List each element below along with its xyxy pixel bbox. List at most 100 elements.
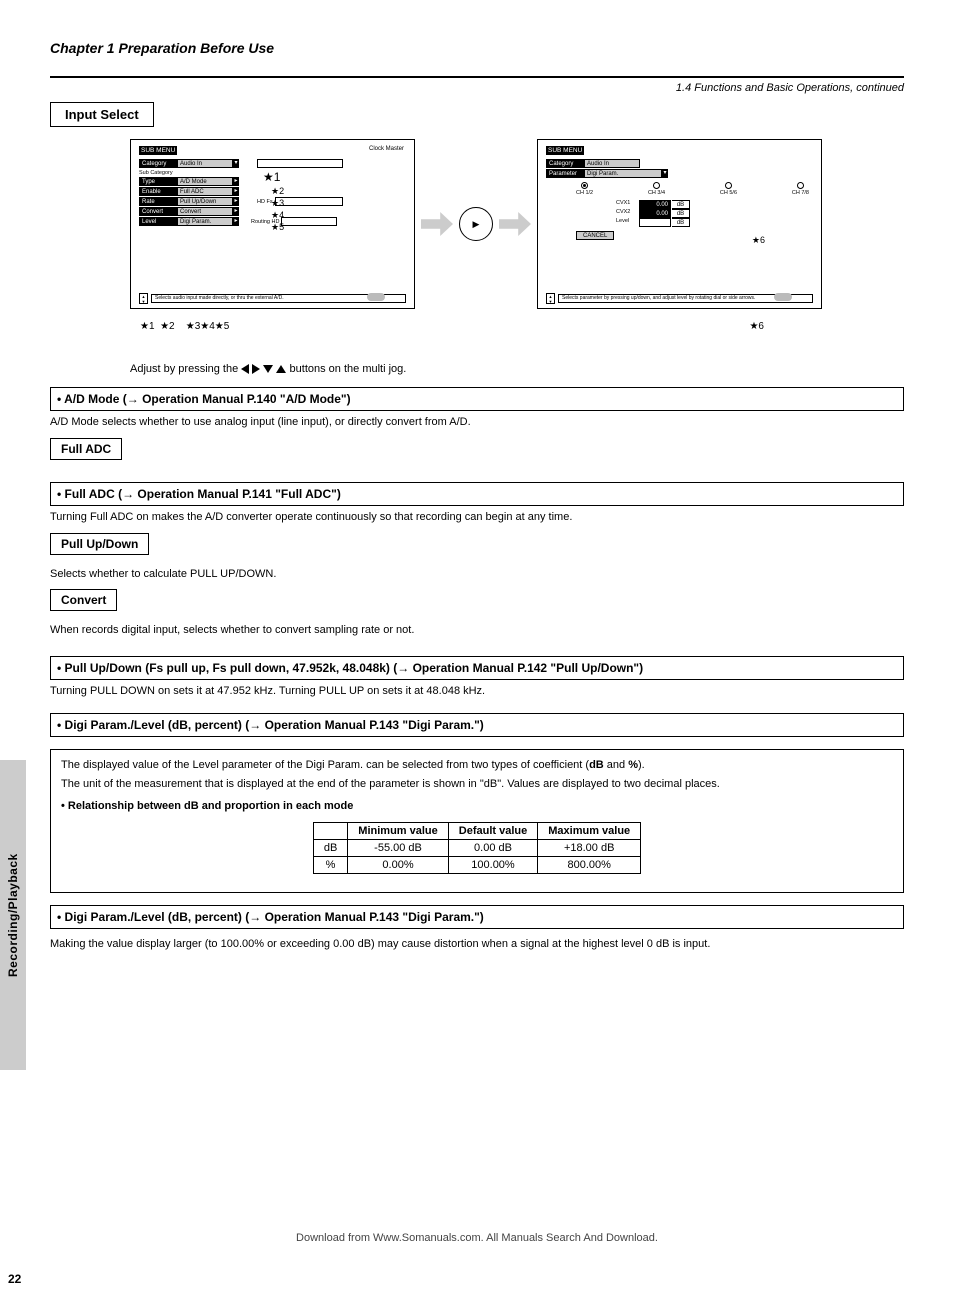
star-legend-2: ★2 (160, 321, 175, 332)
item-rate-value: Pull Up/Down (177, 197, 233, 206)
readout-field-1 (257, 159, 343, 168)
screen1-hint: Selects audio input made directly, or th… (151, 294, 406, 303)
dropdown-arrow-icon: ▾ (662, 169, 668, 178)
star-5: ★5 (271, 222, 284, 233)
spinner-icon: ▲▼ (139, 293, 148, 304)
s2-cat-label: Category (546, 159, 584, 168)
rule (50, 76, 904, 78)
screen2-hint: Selects parameter by pressing up/down, a… (558, 294, 813, 303)
table-cell: 0.00 dB (448, 839, 537, 856)
table-cell: 800.00% (538, 856, 641, 873)
radio-icon (581, 182, 588, 189)
ref-pullupdown: • Pull Up/Down (Fs pull up, Fs pull down… (50, 656, 904, 680)
nav-instruction: Adjust by pressing the buttons on the mu… (130, 362, 904, 377)
screen2-bottom-bar: ▲▼ Selects parameter by pressing up/down… (546, 293, 813, 304)
dropdown-arrow-icon: ▾ (233, 159, 239, 168)
pull-desc-1: Selects whether to calculate PULL UP/DOW… (50, 567, 904, 582)
radio-ch12: CH 1/2 (576, 182, 593, 196)
star-legend-3-5: ★3★4★5 (186, 321, 230, 332)
screen1-title: SUB MENU (139, 146, 177, 155)
table-header-row: Minimum value Default value Maximum valu… (313, 822, 640, 839)
chevron-right-icon: ▸ (233, 187, 239, 196)
pullupdown-heading: Pull Up/Down (50, 533, 149, 555)
chapter-header: Chapter 1 Preparation Before Use (50, 40, 904, 56)
chevron-right-icon: ▸ (233, 217, 239, 226)
table-cell: -55.00 dB (348, 839, 448, 856)
screen-submenu-left: SUB MENU Clock Master Category Audio In … (130, 139, 415, 309)
star-4: ★4 (271, 210, 284, 221)
table-cell: dB (313, 839, 347, 856)
star-legend-6: ★6 (749, 321, 764, 332)
radio-icon (653, 182, 660, 189)
page-number: 22 (8, 1272, 21, 1286)
page: Chapter 1 Preparation Before Use 1.4 Fun… (0, 0, 954, 1304)
category-label: Category (139, 159, 177, 168)
handle-icon (774, 293, 792, 301)
jog-dial-icon (459, 207, 493, 241)
down-arrow-icon (263, 365, 273, 373)
chevron-right-icon: ▸ (233, 207, 239, 216)
screen2-title: SUB MENU (546, 146, 584, 155)
screen-submenu-right: SUB MENU Category Audio In Parameter Dig… (537, 139, 822, 309)
chevron-right-icon: ▸ (233, 177, 239, 186)
table-header-cell: Maximum value (538, 822, 641, 839)
s2-cat-value: Audio In (584, 159, 640, 168)
convert-heading: Convert (50, 589, 117, 611)
star-legend-1: ★1 (140, 321, 155, 332)
arrow-icons-group (241, 363, 289, 375)
footer-text: Download from Www.Somanuals.com. All Man… (50, 1232, 904, 1244)
routing-field (281, 217, 337, 226)
cvx-row: CVX2 0.00 dB (616, 209, 813, 218)
radio-icon (797, 182, 804, 189)
cvx-rows: CVX1 0.00 dB CVX2 0.00 dB Level dB (616, 200, 813, 227)
radio-ch56: CH 5/6 (720, 182, 737, 196)
handle-icon (367, 293, 385, 301)
table-cell: 100.00% (448, 856, 537, 873)
measurement-block: The displayed value of the Level paramet… (50, 749, 904, 893)
item-level-label: Level (139, 217, 177, 226)
table-cell: 0.00% (348, 856, 448, 873)
table-cell: +18.00 dB (538, 839, 641, 856)
left-arrow-icon (241, 364, 249, 374)
star-1: ★1 (263, 170, 280, 184)
final-note: Making the value display larger (to 100.… (50, 937, 904, 952)
item-rate-label: Rate (139, 197, 177, 206)
screens-row: SUB MENU Clock Master Category Audio In … (130, 139, 904, 309)
screen1-help: Clock Master (369, 146, 404, 152)
item-convert-value: Convert (177, 207, 233, 216)
full-adc-desc: Turning Full ADC on makes the A/D conver… (50, 510, 904, 525)
ad-mode-desc: A/D Mode selects whether to use analog i… (50, 415, 904, 430)
ref-ad-mode: • A/D Mode (→ Operation Manual P.140 "A/… (50, 387, 904, 411)
radio-icon (725, 182, 732, 189)
category-value: Audio In (177, 159, 233, 168)
right-arrow-icon (252, 364, 260, 374)
ref-full-adc: • Full ADC (→ Operation Manual P.141 "Fu… (50, 482, 904, 506)
cvx-row: CVX1 0.00 dB (616, 200, 813, 209)
item-enable-value: Full ADC (177, 187, 233, 196)
table-title: • Relationship between dB and proportion… (61, 800, 893, 812)
level-desc: The displayed value of the Level paramet… (61, 758, 893, 773)
star-legend-row: ★1 ★2 ★3★4★5 ★6 (140, 321, 904, 332)
fulladc-heading: Full ADC (50, 438, 122, 460)
table-header-cell: Default value (448, 822, 537, 839)
flow-arrow-icon (421, 212, 453, 236)
item-type-label: Type (139, 177, 177, 186)
ref-digi-param-1: • Digi Param./Level (dB, percent) (→ Ope… (50, 713, 904, 737)
chevron-right-icon: ▸ (233, 197, 239, 206)
hdfs-field (275, 197, 343, 206)
star-2: ★2 (271, 186, 284, 197)
item-level-value: Digi Param. (177, 217, 233, 226)
up-arrow-icon (276, 365, 286, 373)
input-select-box: Input Select (50, 102, 154, 127)
cancel-button[interactable]: CANCEL (576, 231, 614, 240)
star-6: ★6 (752, 235, 765, 246)
table-cell: % (313, 856, 347, 873)
star-3: ★3 (271, 198, 284, 209)
table-header-cell: Minimum value (348, 822, 448, 839)
flow-arrow-icon (499, 212, 531, 236)
db-percent-table: Minimum value Default value Maximum valu… (313, 822, 641, 874)
radio-ch34: CH 3/4 (648, 182, 665, 196)
convert-desc: When records digital input, selects whet… (50, 623, 904, 638)
channel-radios: CH 1/2 CH 3/4 CH 5/6 CH 7/8 (576, 182, 809, 196)
radio-ch78: CH 7/8 (792, 182, 809, 196)
